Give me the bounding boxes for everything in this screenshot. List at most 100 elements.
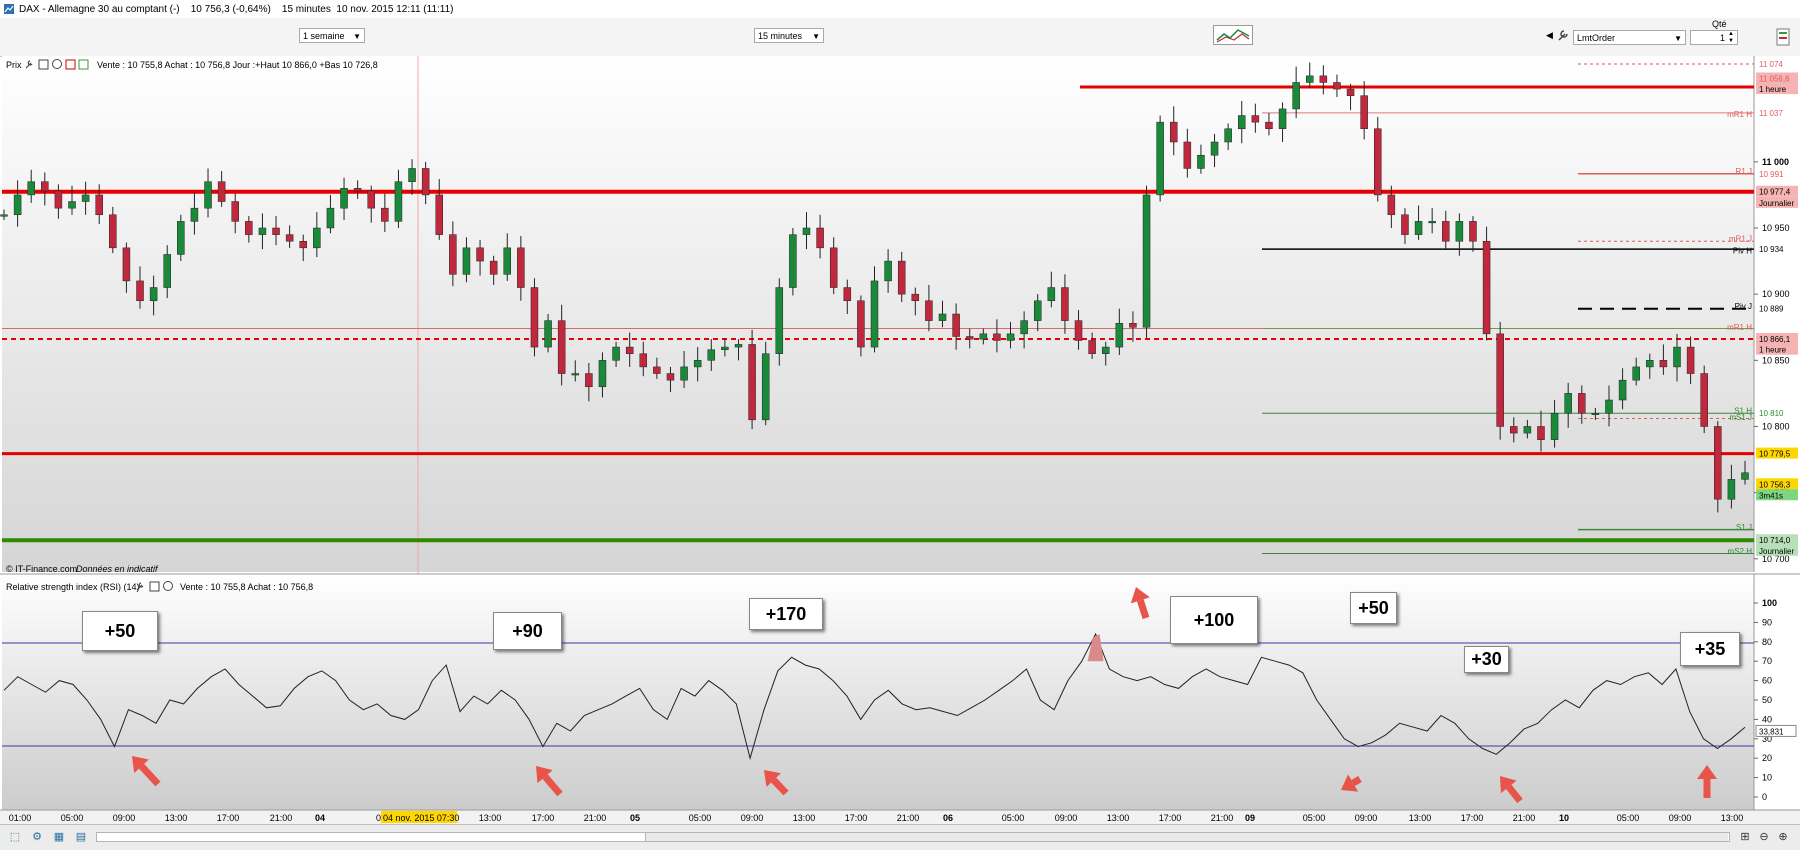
price-label: 10 991 — [1759, 170, 1784, 179]
pivot-label: mR1 J — [1729, 235, 1752, 244]
window-icon[interactable] — [149, 581, 160, 592]
period-select[interactable]: 1 semaine ▼ — [299, 28, 365, 43]
rsi-tick-label: 50 — [1762, 695, 1772, 705]
horizontal-scrollbar[interactable] — [96, 832, 1730, 842]
order-panel-collapse[interactable]: ◀ — [1546, 30, 1553, 41]
price-label: 10 866,1 — [1759, 335, 1791, 344]
price-label: 10 779,5 — [1759, 450, 1791, 459]
candle-body — [979, 333, 988, 340]
wrench-icon[interactable] — [1556, 28, 1570, 42]
pivot-label: Piv H — [1733, 246, 1752, 255]
zoom-fit-icon[interactable]: ⊞ — [1738, 830, 1752, 844]
print-icon[interactable]: ▤ — [74, 830, 88, 844]
candle-body — [557, 320, 566, 374]
pivot-label: Piv J — [1735, 302, 1752, 311]
candle-body — [435, 194, 443, 235]
time-axis-label: 09:00 — [1355, 813, 1378, 823]
candle-body — [408, 168, 416, 182]
data-disclaimer: Données en indicatif — [76, 564, 159, 574]
time-axis-label: 05:00 — [689, 813, 712, 823]
rsi-callout-4: +100 — [1170, 596, 1258, 644]
candle-body — [1414, 221, 1423, 235]
time-axis-label: 05 — [630, 813, 640, 823]
candle-body — [299, 240, 307, 249]
drawing-tool-icon[interactable]: ⬚ — [8, 830, 22, 844]
qty-input[interactable]: 1 ▲ ▼ — [1690, 30, 1738, 45]
candle-body — [1550, 412, 1559, 440]
rsi-tick-label: 40 — [1762, 714, 1772, 724]
close-icon[interactable] — [163, 581, 173, 591]
time-axis-label: 21:00 — [270, 813, 293, 823]
candle-body — [1510, 426, 1518, 434]
candle-body — [625, 346, 634, 354]
order-type-select[interactable]: LmtOrder ▼ — [1573, 30, 1686, 45]
chevron-down-icon: ▼ — [1674, 34, 1682, 43]
pivot-label: mS2 H — [1728, 547, 1753, 556]
candle-body — [612, 346, 620, 361]
time-axis-label: 09:00 — [1669, 813, 1692, 823]
add-indicator-icon[interactable] — [65, 59, 76, 70]
candle-body — [177, 221, 185, 255]
time-axis-label: 21:00 — [897, 813, 920, 823]
spinner-icon[interactable]: ▲ ▼ — [1728, 31, 1734, 45]
rsi-callout-5: +50 — [1350, 592, 1397, 624]
rsi-tick-label: 100 — [1762, 598, 1777, 608]
price-label: 10 889 — [1759, 305, 1784, 314]
window-icon[interactable] — [38, 59, 49, 70]
cursor-time-prefix: 0 — [376, 813, 381, 823]
candle-body — [1292, 82, 1300, 110]
chart-style-icon — [1216, 29, 1250, 43]
close-icon[interactable] — [52, 59, 62, 69]
candle-body — [1401, 214, 1409, 235]
candle-body — [666, 373, 675, 381]
chart-canvas[interactable]: Prix Vente : 10 755,8 Achat : 10 756,8 J… — [0, 56, 1800, 824]
candle-body — [1115, 323, 1124, 348]
price-label: 1 heure — [1759, 346, 1787, 355]
chart-area[interactable]: Prix Vente : 10 755,8 Achat : 10 756,8 J… — [0, 56, 1800, 849]
interval-select[interactable]: 15 minutes ▼ — [754, 28, 824, 43]
candle-body — [476, 247, 484, 262]
candle-body — [381, 207, 389, 222]
zoom-out-icon[interactable]: ⊖ — [1757, 830, 1771, 844]
candle-body — [81, 194, 90, 202]
scrollbar-thumb[interactable] — [645, 833, 1728, 841]
candle-body — [1578, 393, 1586, 414]
candle-body — [231, 201, 239, 222]
candle-body — [394, 181, 403, 222]
candle-body — [1428, 221, 1436, 224]
candle-body — [313, 227, 321, 249]
candle-body — [190, 207, 199, 222]
candle-body — [1605, 399, 1613, 414]
cursor-time-label: 04 nov. 2015 07:30 — [383, 813, 459, 823]
chevron-down-icon: ▼ — [812, 32, 820, 41]
price-label: 1 heure — [1759, 85, 1787, 94]
settings-icon[interactable]: ⚙ — [30, 830, 44, 844]
candle-body — [775, 287, 784, 354]
candle-body — [789, 234, 797, 288]
candle-body — [1714, 426, 1722, 500]
chart-style-button[interactable] — [1213, 25, 1253, 45]
candle-body — [1319, 75, 1328, 83]
candle-body — [639, 353, 648, 368]
candle-body — [1156, 121, 1164, 196]
candle-body — [204, 181, 212, 209]
price-tick-label: 11 000 — [1762, 157, 1789, 167]
template-icon[interactable]: ▦ — [52, 830, 66, 844]
rsi-callout-7: +35 — [1680, 632, 1740, 666]
candle-body — [1469, 221, 1477, 242]
candle-body — [367, 190, 375, 209]
price-label: Journalier — [1759, 199, 1794, 208]
candle-body — [897, 260, 906, 295]
add-object-icon[interactable] — [78, 59, 89, 70]
order-panel-icon[interactable] — [1776, 28, 1790, 46]
candle-body — [258, 227, 267, 235]
zoom-in-icon[interactable]: ⊕ — [1776, 830, 1790, 844]
qty-value: 1 — [1719, 33, 1725, 43]
arrow-shaft — [1351, 775, 1362, 787]
rsi-current-value: 33,831 — [1759, 727, 1784, 736]
candle-body — [1455, 221, 1464, 242]
pivot-label: mR1 H — [1727, 323, 1752, 332]
price-label: 11 074 — [1759, 60, 1783, 69]
candle-body — [1387, 194, 1396, 216]
candle-body — [598, 360, 607, 388]
